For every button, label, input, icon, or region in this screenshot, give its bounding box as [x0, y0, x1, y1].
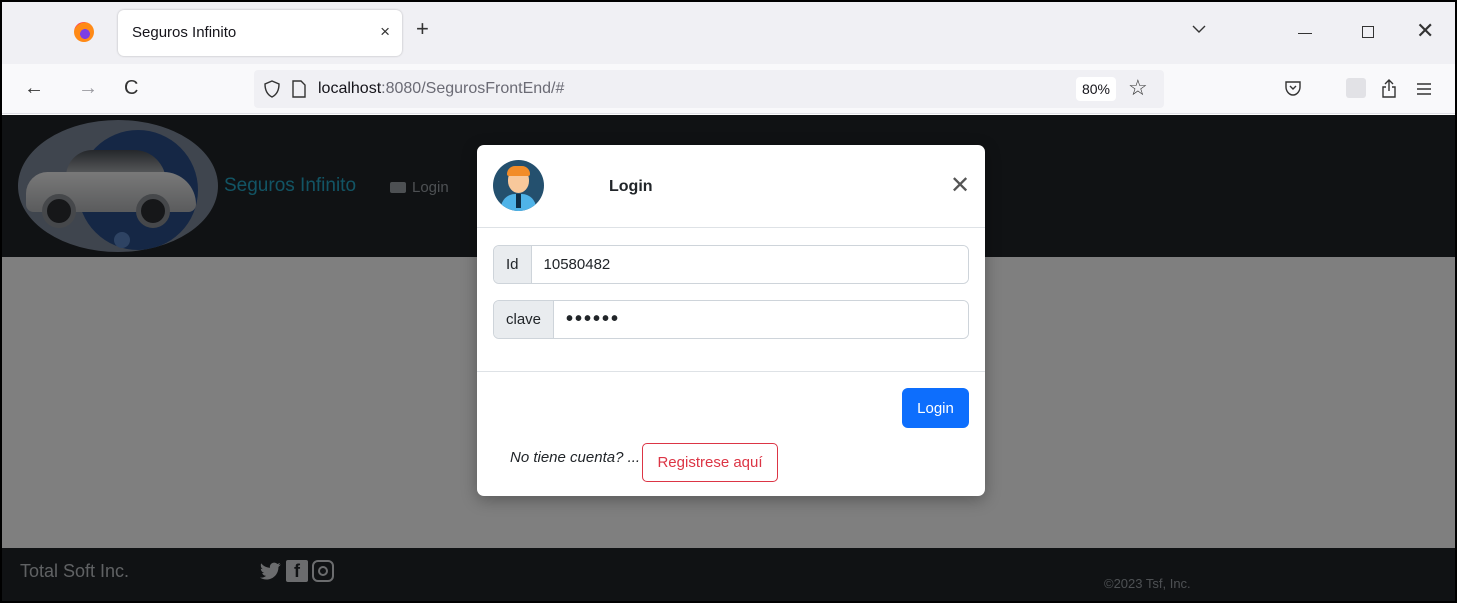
firefox-icon [74, 22, 94, 42]
maximize-icon[interactable] [1362, 26, 1374, 38]
web-page: Seguros Infinito Login Total Soft Inc. f… [2, 115, 1455, 601]
new-tab-icon[interactable]: + [416, 18, 429, 40]
close-icon[interactable]: ✕ [950, 174, 970, 198]
modal-divider [477, 371, 985, 372]
tab-strip: Seguros Infinito × + ✕ [2, 2, 1455, 64]
extension-icon[interactable] [1346, 78, 1366, 98]
id-label: Id [494, 246, 532, 283]
hamburger-menu-icon[interactable] [1416, 81, 1432, 97]
url-bar[interactable]: localhost:8080/SegurosFrontEnd/# 80% ☆ [254, 70, 1164, 108]
tab-title: Seguros Infinito [132, 24, 237, 41]
pocket-icon[interactable] [1284, 79, 1302, 97]
tracking-protection-shield-icon[interactable] [264, 80, 280, 98]
zoom-indicator[interactable]: 80% [1076, 77, 1116, 101]
avatar-hair [507, 166, 530, 176]
page-info-icon[interactable] [292, 80, 306, 98]
navigation-toolbar: ← → C localhost:8080/SegurosFrontEnd/# 8… [2, 64, 1455, 114]
reload-icon[interactable]: C [124, 78, 138, 98]
back-arrow-icon[interactable]: ← [24, 78, 44, 98]
tab-close-icon[interactable]: × [380, 22, 390, 42]
modal-header: Login ✕ [477, 145, 985, 228]
user-avatar-icon [493, 160, 544, 211]
clave-input-group: clave [493, 300, 969, 339]
browser-window: Seguros Infinito × + ✕ ← → C localhost:8… [2, 2, 1455, 601]
id-input[interactable] [531, 246, 968, 283]
forward-arrow-icon[interactable]: → [78, 78, 98, 98]
no-account-text: No tiene cuenta? ... [510, 449, 641, 466]
id-input-group: Id [493, 245, 969, 284]
login-button[interactable]: Login [902, 388, 969, 428]
list-all-tabs-icon[interactable] [1192, 22, 1206, 36]
browser-tab[interactable]: Seguros Infinito × [118, 10, 402, 56]
bookmark-star-icon[interactable]: ☆ [1128, 76, 1148, 100]
minimize-icon[interactable] [1298, 33, 1312, 34]
password-input[interactable] [554, 301, 968, 338]
url-host: localhost [318, 80, 382, 97]
login-modal: Login ✕ Id clave Login No tiene cuenta? … [477, 145, 985, 496]
register-button[interactable]: Registrese aquí [642, 443, 778, 482]
share-icon[interactable] [1380, 79, 1398, 99]
avatar-tie [516, 194, 521, 208]
url-path: :8080/SegurosFrontEnd/# [381, 80, 565, 97]
modal-title: Login [609, 178, 653, 195]
url-text[interactable]: localhost:8080/SegurosFrontEnd/# [318, 80, 564, 98]
window-close-icon[interactable]: ✕ [1416, 20, 1434, 42]
clave-label: clave [494, 301, 555, 338]
